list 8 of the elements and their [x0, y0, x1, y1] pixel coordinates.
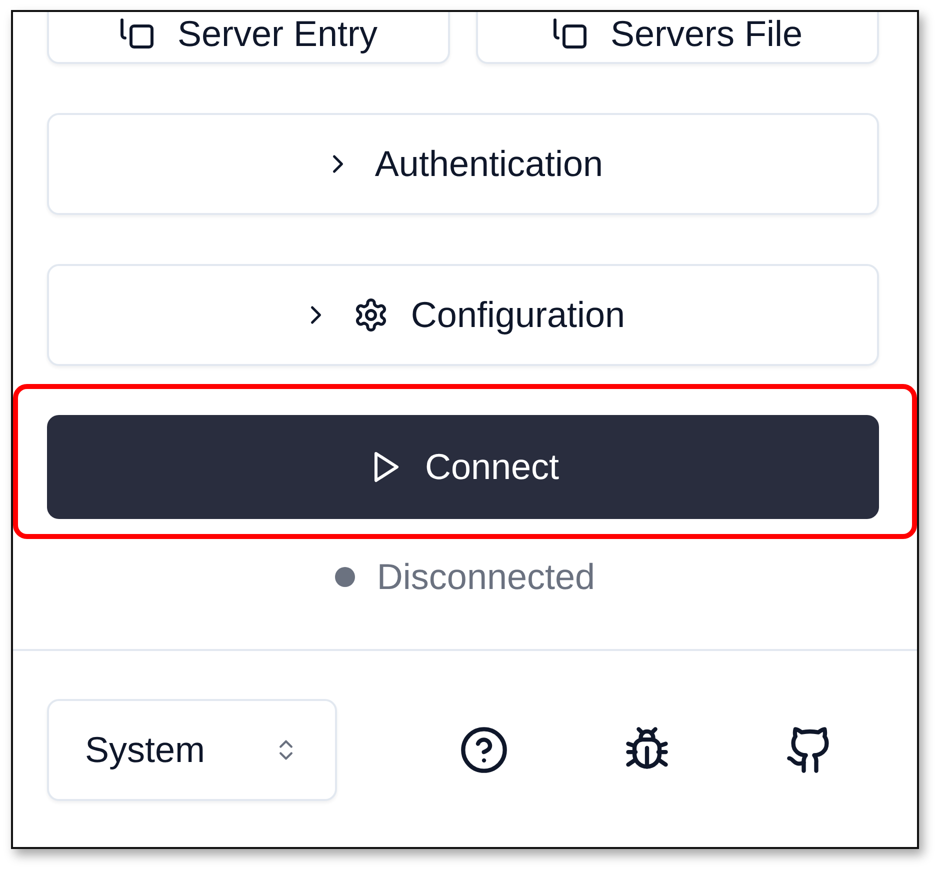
theme-select[interactable]: System — [47, 699, 337, 801]
connect-button[interactable]: Connect — [47, 415, 879, 519]
copy-button[interactable]: Servers File — [476, 12, 879, 64]
status-text: Disconnected — [376, 556, 596, 598]
copy-button[interactable]: Server Entry — [47, 12, 450, 64]
section-toggle[interactable]: Authentication — [47, 113, 879, 215]
help-icon[interactable] — [459, 725, 509, 775]
section-toggle[interactable]: Configuration — [47, 264, 879, 366]
